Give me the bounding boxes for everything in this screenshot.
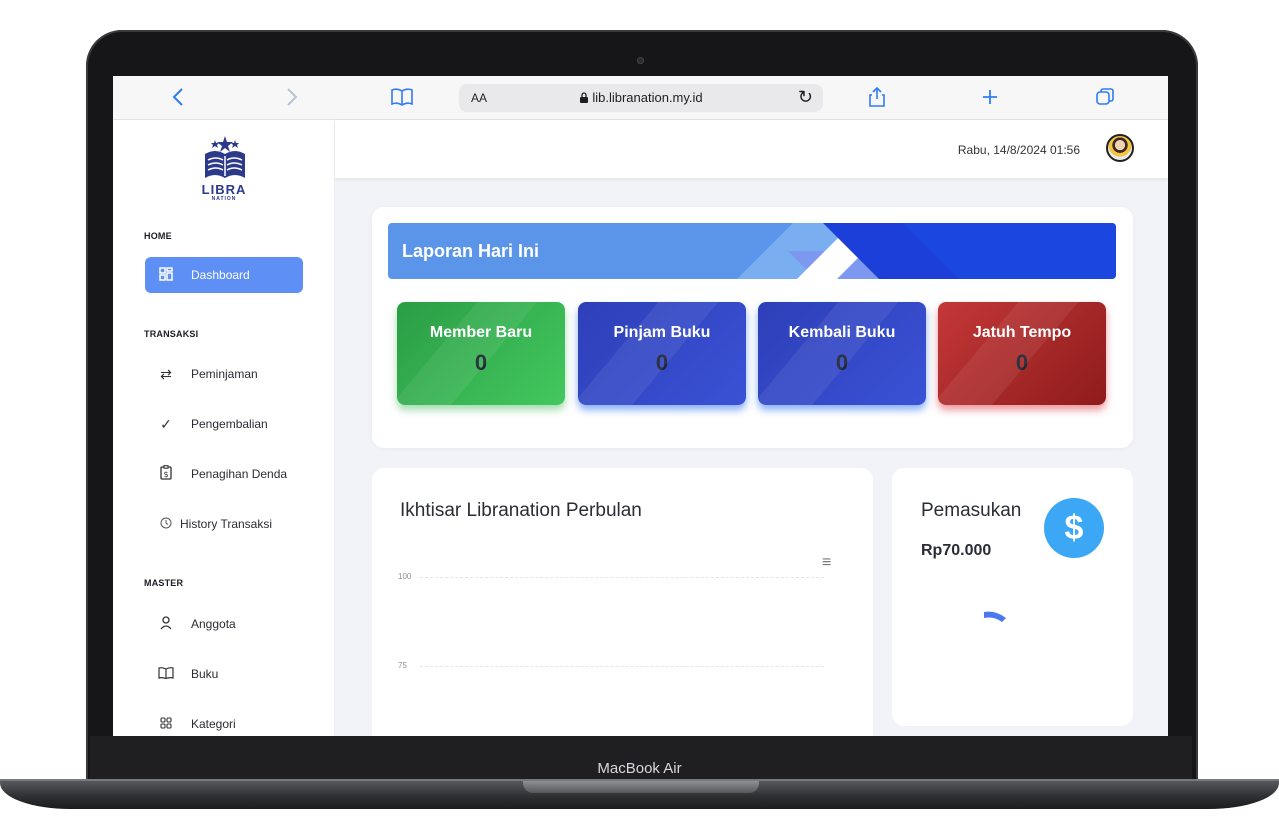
sidebar-item-history-transaksi[interactable]: History Transaksi xyxy=(145,506,303,542)
sidebar-item-penagihan-denda[interactable]: $ Penagihan Denda xyxy=(145,456,303,492)
section-label-transaksi: TRANSAKSI xyxy=(144,329,199,339)
loading-spinner-icon xyxy=(984,611,1006,622)
sidebar: LIBRA NATION HOME Dashboard TRANSAKSI ⇄ … xyxy=(113,120,335,736)
datetime-text: Rabu, 14/8/2024 01:56 xyxy=(957,143,1080,157)
invoice-dollar-icon: $ xyxy=(158,465,174,483)
tabs-overview-icon[interactable] xyxy=(1094,84,1116,110)
y-tick-label: 75 xyxy=(398,661,407,670)
sidebar-item-pengembalian[interactable]: ✓ Pengembalian xyxy=(145,406,303,442)
section-label-master: MASTER xyxy=(144,578,184,588)
forward-icon[interactable] xyxy=(281,84,303,110)
gridline xyxy=(420,577,824,578)
user-icon xyxy=(158,615,174,633)
sidebar-item-label: Penagihan Denda xyxy=(191,467,288,481)
section-label-home: HOME xyxy=(144,231,172,241)
stat-pinjam-buku[interactable]: Pinjam Buku 0 xyxy=(578,302,746,405)
sidebar-item-label: Peminjaman xyxy=(191,367,258,381)
sidebar-item-dashboard[interactable]: Dashboard xyxy=(145,257,303,293)
sidebar-item-peminjaman[interactable]: ⇄ Peminjaman xyxy=(145,356,303,392)
gridline xyxy=(420,666,824,667)
income-title: Pemasukan xyxy=(921,500,1022,521)
sidebar-item-label: History Transaksi xyxy=(180,517,273,531)
sidebar-item-label: Buku xyxy=(191,667,219,681)
sidebar-item-label: Anggota xyxy=(191,617,236,631)
screen: AA lib.libranation.my.id ↻ LIBRA NATION … xyxy=(113,76,1168,736)
share-icon[interactable] xyxy=(866,84,888,110)
top-header: Rabu, 14/8/2024 01:56 xyxy=(335,120,1168,178)
chart-card: Ikhtisar Libranation Perbulan ≡ 100 75 xyxy=(372,468,873,736)
clock-icon xyxy=(158,516,174,532)
sidebar-item-kategori[interactable]: Kategori xyxy=(145,706,303,736)
y-tick-label: 100 xyxy=(398,572,412,581)
dashboard-icon xyxy=(158,266,174,284)
sidebar-item-anggota[interactable]: Anggota xyxy=(145,606,303,642)
sidebar-item-label: Pengembalian xyxy=(191,417,268,431)
camera-icon xyxy=(637,57,644,64)
report-title: Laporan Hari Ini xyxy=(402,241,540,261)
laptop-base-notch xyxy=(523,781,759,793)
logo-subtext: NATION xyxy=(211,196,237,202)
svg-text:$: $ xyxy=(163,470,168,479)
chart-title: Ikhtisar Libranation Perbulan xyxy=(400,500,642,521)
stat-member-baru[interactable]: Member Baru 0 xyxy=(397,302,565,405)
dollar-icon: $ xyxy=(1044,498,1104,558)
url-label: lib.libranation.my.id xyxy=(592,90,703,105)
sidebar-item-label: Dashboard xyxy=(191,268,250,282)
url-bar[interactable]: AA lib.libranation.my.id ↻ xyxy=(459,84,823,112)
new-tab-icon[interactable] xyxy=(979,84,1001,110)
bookmarks-icon[interactable] xyxy=(389,84,415,110)
device-label: MacBook Air xyxy=(597,760,682,777)
book-icon xyxy=(158,666,174,682)
sidebar-item-buku[interactable]: Buku xyxy=(145,656,303,692)
report-card: Laporan Hari Ini Member Baru 0 Pinjam Bu… xyxy=(372,207,1133,448)
browser-toolbar: AA lib.libranation.my.id ↻ xyxy=(113,76,1168,120)
grid-icon xyxy=(158,716,174,732)
stat-kembali-buku[interactable]: Kembali Buku 0 xyxy=(758,302,926,405)
logo-text: LIBRA xyxy=(201,182,247,197)
swap-arrows-icon: ⇄ xyxy=(160,365,172,382)
chart-menu-icon[interactable]: ≡ xyxy=(822,554,831,572)
stat-jatuh-tempo[interactable]: Jatuh Tempo 0 xyxy=(938,302,1106,405)
report-header: Laporan Hari Ini xyxy=(388,223,1116,279)
avatar[interactable] xyxy=(1106,134,1134,162)
income-value: Rp70.000 xyxy=(921,542,992,559)
back-icon[interactable] xyxy=(167,84,189,110)
income-card: Pemasukan Rp70.000 $ xyxy=(892,468,1133,726)
url-text: lib.libranation.my.id xyxy=(459,90,823,105)
sidebar-item-label: Kategori xyxy=(191,717,236,731)
lock-icon xyxy=(580,92,589,103)
check-icon: ✓ xyxy=(160,415,172,432)
reload-icon[interactable]: ↻ xyxy=(798,87,813,108)
